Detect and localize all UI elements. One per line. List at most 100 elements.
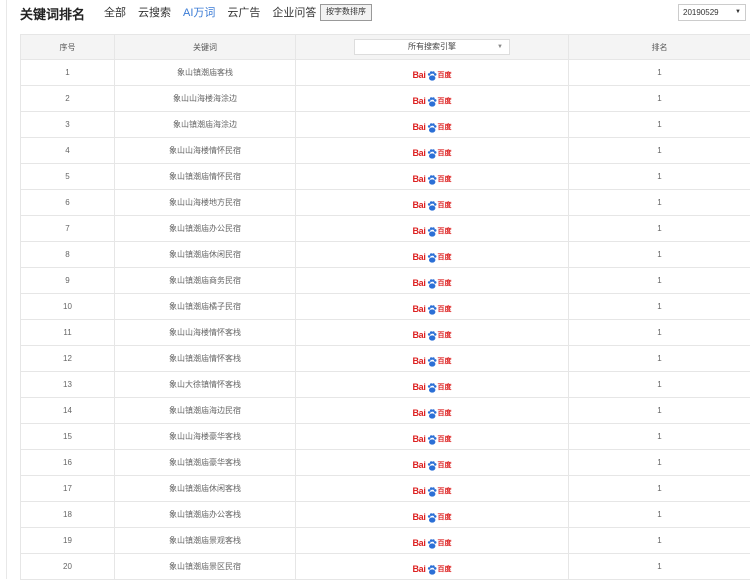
page-title: 关键词排名: [20, 4, 85, 23]
column-header-index: 序号: [21, 35, 115, 60]
tab-all[interactable]: 全部: [104, 4, 126, 20]
row-keyword: 象山镇潮庙客栈: [115, 60, 296, 86]
row-keyword: 象山镇潮庙办公民宿: [115, 216, 296, 242]
row-engine: Bai百度: [296, 86, 569, 112]
baidu-logo-icon: Bai百度: [412, 352, 451, 366]
baidu-logo-icon: Bai百度: [412, 196, 451, 210]
row-engine: Bai百度: [296, 190, 569, 216]
keyword-ranking-table: 序号 关键词 所有搜索引擎 ▼ 排名 1 象山镇潮庙客栈 Bai百度 12 象山山海楼海…: [20, 34, 750, 580]
chevron-down-icon: ▼: [735, 5, 741, 20]
table-row: 15象山山海楼豪华客栈Bai百度1: [21, 424, 750, 450]
row-index: 3: [21, 112, 115, 138]
row-rank: 1: [569, 138, 750, 164]
row-index: 13: [21, 372, 115, 398]
row-keyword: 象山镇潮庙休闲客栈: [115, 476, 296, 502]
row-rank: 1: [569, 372, 750, 398]
table-row: 17象山镇潮庙休闲客栈 Bai百度 1: [21, 476, 750, 502]
row-keyword: 象山镇潮庙海涂边: [115, 112, 296, 138]
row-index: 10: [21, 294, 115, 320]
tab-enterprise-qa[interactable]: 企业问答: [272, 4, 316, 20]
row-rank: 1: [569, 60, 750, 86]
table-row: 20象山镇潮庙景区民宿Bai百度1: [21, 554, 750, 580]
date-value: 20190529: [683, 8, 719, 17]
baidu-logo-icon: Bai百度: [412, 66, 451, 80]
row-keyword: 象山山海楼情怀民宿: [115, 138, 296, 164]
baidu-logo-icon: Bai百度: [412, 222, 451, 236]
baidu-logo-icon: Bai百度: [412, 508, 451, 522]
row-keyword: 象山镇潮庙休闲民宿: [115, 242, 296, 268]
baidu-logo-icon: Bai百度: [412, 456, 451, 470]
table-row: 1象山镇潮庙客栈Bai百度1: [21, 60, 750, 86]
row-rank: 1: [569, 112, 750, 138]
row-index: 9: [21, 268, 115, 294]
row-rank: 1: [569, 268, 750, 294]
sort-by-length-button[interactable]: 按字数排序: [320, 4, 372, 21]
row-keyword: 象山山海楼地方民宿: [115, 190, 296, 216]
header-bar: 关键词排名 全部 云搜索 AI万词 云广告 企业问答 按字数排序 2019052…: [20, 0, 750, 22]
row-rank: 1: [569, 476, 750, 502]
row-engine: Bai百度: [296, 476, 569, 502]
row-keyword: 象山山海楼海涂边: [115, 86, 296, 112]
row-rank: 1: [569, 320, 750, 346]
engine-filter-select[interactable]: 所有搜索引擎 ▼: [354, 39, 510, 55]
row-index: 11: [21, 320, 115, 346]
row-index: 12: [21, 346, 115, 372]
table-row: 3象山镇潮庙海涂边 Bai百度 1: [21, 112, 750, 138]
tab-cloud-search[interactable]: 云搜索: [138, 4, 171, 20]
row-keyword: 象山大徐镇情怀客栈: [115, 372, 296, 398]
row-engine: Bai百度: [296, 502, 569, 528]
baidu-logo-icon: Bai百度: [412, 170, 451, 184]
row-engine: Bai百度: [296, 424, 569, 450]
table-row: 7象山镇潮庙办公民宿Bai百度1: [21, 216, 750, 242]
row-rank: 1: [569, 528, 750, 554]
row-rank: 1: [569, 164, 750, 190]
row-rank: 1: [569, 346, 750, 372]
tab-cloud-ads[interactable]: 云广告: [227, 4, 260, 20]
row-engine: Bai百度: [296, 138, 569, 164]
row-engine: Bai百度: [296, 346, 569, 372]
column-header-rank: 排名: [569, 35, 750, 60]
baidu-logo-icon: Bai百度: [412, 378, 451, 392]
row-engine: Bai百度: [296, 112, 569, 138]
row-engine: Bai百度: [296, 554, 569, 580]
baidu-logo-icon: Bai百度: [412, 118, 451, 132]
table-row: 2象山山海楼海涂边Bai百度1: [21, 86, 750, 112]
row-index: 4: [21, 138, 115, 164]
row-engine: Bai百度: [296, 294, 569, 320]
tab-ai-words[interactable]: AI万词: [183, 4, 215, 20]
row-rank: 1: [569, 294, 750, 320]
table-row: 12象山镇潮庙情怀客栈 Bai百度 1: [21, 346, 750, 372]
row-keyword: 象山镇潮庙情怀客栈: [115, 346, 296, 372]
table-row: 13象山大徐镇情怀客栈 Bai百度 1: [21, 372, 750, 398]
row-index: 7: [21, 216, 115, 242]
row-keyword: 象山镇潮庙办公客栈: [115, 502, 296, 528]
baidu-logo-icon: Bai百度: [412, 92, 451, 106]
row-index: 17: [21, 476, 115, 502]
baidu-logo-icon: Bai百度: [412, 248, 451, 262]
row-index: 19: [21, 528, 115, 554]
row-rank: 1: [569, 502, 750, 528]
row-keyword: 象山镇潮庙景观客栈: [115, 528, 296, 554]
row-rank: 1: [569, 242, 750, 268]
row-index: 6: [21, 190, 115, 216]
row-keyword: 象山镇潮庙豪华客栈: [115, 450, 296, 476]
column-header-keyword: 关键词: [115, 35, 296, 60]
row-index: 18: [21, 502, 115, 528]
table-row: 14象山镇潮庙海边民宿Bai百度1: [21, 398, 750, 424]
table-row: 11象山山海楼情怀客栈Bai百度1: [21, 320, 750, 346]
date-select[interactable]: 20190529 ▼: [678, 4, 746, 21]
row-engine: Bai百度: [296, 528, 569, 554]
row-engine: Bai百度: [296, 242, 569, 268]
engine-filter-label: 所有搜索引擎: [408, 42, 456, 51]
column-header-engine: 所有搜索引擎 ▼: [296, 35, 569, 60]
row-engine: Bai百度: [296, 216, 569, 242]
baidu-logo-icon: Bai百度: [412, 482, 451, 496]
left-border: [6, 0, 7, 579]
baidu-logo-icon: Bai百度: [412, 534, 451, 548]
row-rank: 1: [569, 450, 750, 476]
table-row: 4象山山海楼情怀民宿Bai百度1: [21, 138, 750, 164]
table-row: 6象山山海楼地方民宿Bai百度1: [21, 190, 750, 216]
row-engine: Bai百度: [296, 60, 569, 86]
row-rank: 1: [569, 398, 750, 424]
row-keyword: 象山山海楼豪华客栈: [115, 424, 296, 450]
